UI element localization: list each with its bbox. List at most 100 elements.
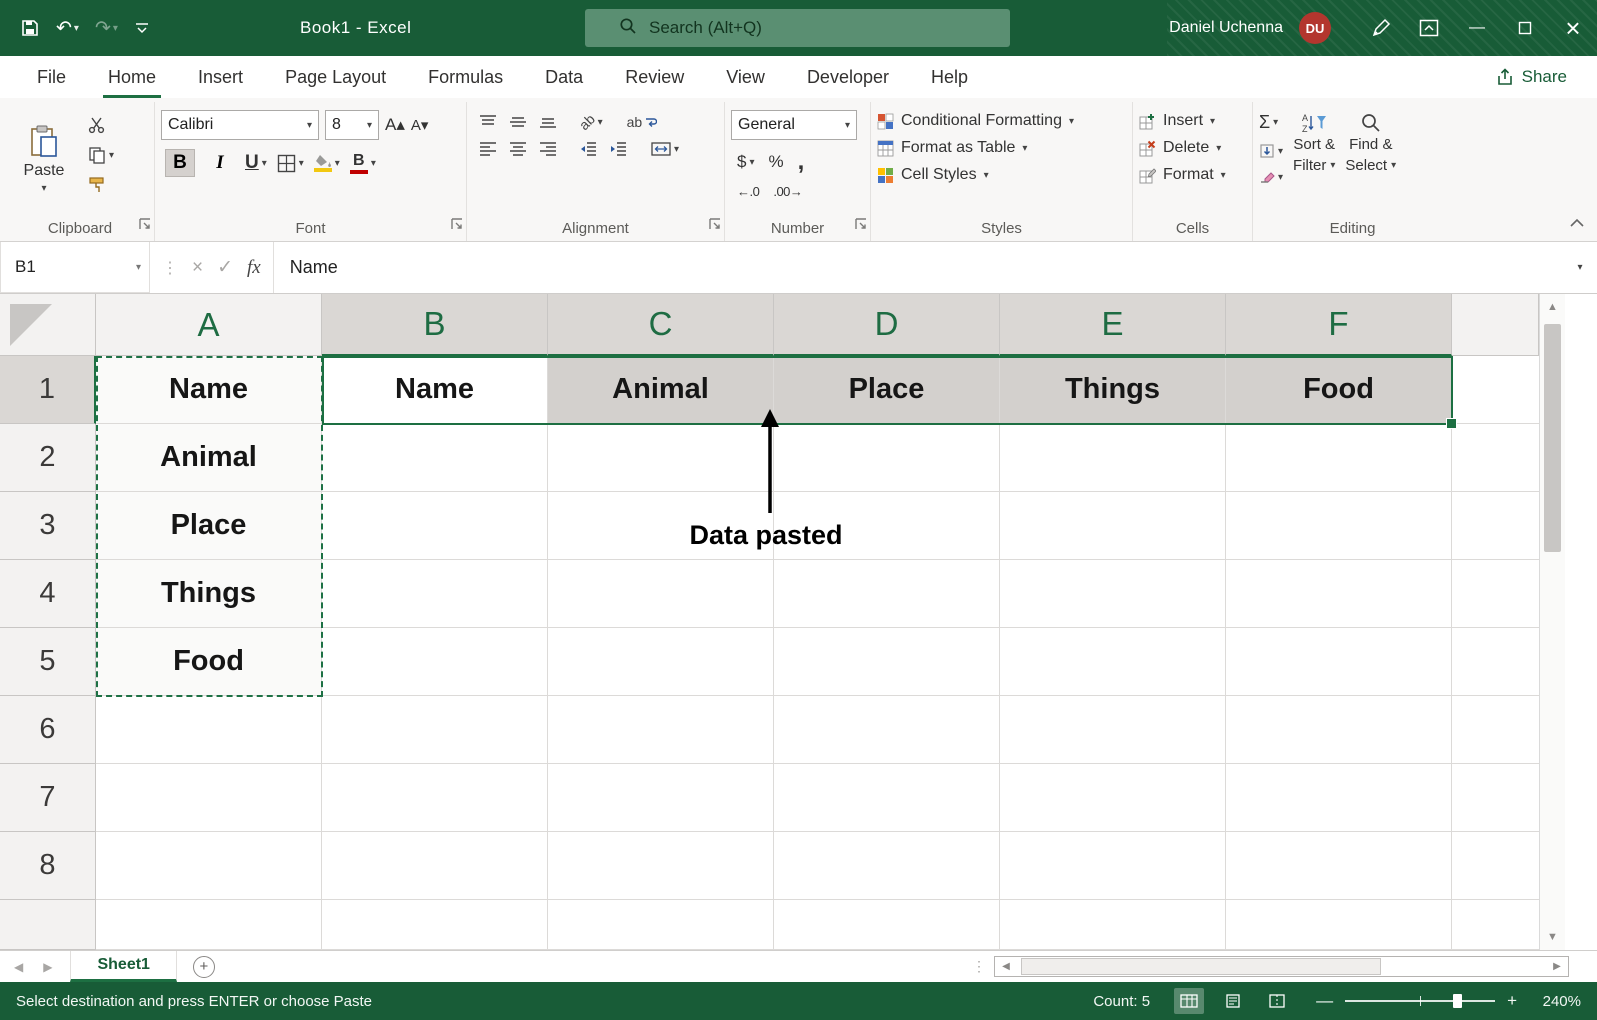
column-header-D[interactable]: D bbox=[774, 294, 1000, 356]
row-header-5[interactable]: 5 bbox=[0, 628, 96, 696]
tab-view[interactable]: View bbox=[705, 56, 786, 98]
cell-D2[interactable] bbox=[774, 424, 1000, 492]
percent-style-button[interactable]: % bbox=[769, 152, 784, 172]
cell-E1[interactable]: Things bbox=[1000, 356, 1226, 424]
number-format-combo[interactable]: General ▾ bbox=[731, 110, 857, 140]
font-dialog-launcher-icon[interactable] bbox=[451, 217, 463, 235]
previous-sheet-icon[interactable]: ◀ bbox=[14, 960, 23, 974]
customize-quick-access-button[interactable] bbox=[134, 21, 150, 35]
font-size-combo[interactable]: 8 ▾ bbox=[325, 110, 379, 140]
cell-D4[interactable] bbox=[774, 560, 1000, 628]
cell-F5[interactable] bbox=[1226, 628, 1452, 696]
fill-color-button[interactable]: ▾ bbox=[313, 154, 340, 172]
cell-B1[interactable]: Name bbox=[322, 356, 548, 424]
alignment-dialog-launcher-icon[interactable] bbox=[709, 217, 721, 235]
zoom-out-button[interactable]: — bbox=[1316, 991, 1333, 1011]
cell-B2[interactable] bbox=[322, 424, 548, 492]
format-painter-button[interactable] bbox=[88, 176, 114, 194]
cell-G1[interactable] bbox=[1452, 356, 1539, 424]
underline-button[interactable]: U ▾ bbox=[245, 152, 267, 174]
next-sheet-icon[interactable]: ▶ bbox=[43, 960, 52, 974]
number-dialog-launcher-icon[interactable] bbox=[855, 217, 867, 235]
cell-C2[interactable] bbox=[548, 424, 774, 492]
column-header-F[interactable]: F bbox=[1226, 294, 1452, 356]
zoom-slider-handle[interactable] bbox=[1453, 994, 1463, 1008]
cell-F2[interactable] bbox=[1226, 424, 1452, 492]
cell-A7[interactable] bbox=[96, 764, 322, 832]
cell-D6[interactable] bbox=[774, 696, 1000, 764]
format-cells-button[interactable]: Format ▾ bbox=[1139, 166, 1226, 184]
cell-G4[interactable] bbox=[1452, 560, 1539, 628]
cell-C9[interactable] bbox=[548, 900, 774, 950]
row-header-3[interactable]: 3 bbox=[0, 492, 96, 560]
tab-help[interactable]: Help bbox=[910, 56, 989, 98]
cell-G9[interactable] bbox=[1452, 900, 1539, 950]
cell-E7[interactable] bbox=[1000, 764, 1226, 832]
align-center-button[interactable] bbox=[509, 142, 527, 156]
increase-decimal-button[interactable]: ←.0 bbox=[737, 184, 760, 199]
row-header-1[interactable]: 1 bbox=[0, 356, 96, 424]
cell-A5[interactable]: Food bbox=[96, 628, 322, 696]
cell-E6[interactable] bbox=[1000, 696, 1226, 764]
orientation-button[interactable]: ab ▾ bbox=[576, 111, 603, 133]
cell-D8[interactable] bbox=[774, 832, 1000, 900]
align-top-button[interactable] bbox=[479, 115, 497, 129]
cell-G5[interactable] bbox=[1452, 628, 1539, 696]
cell-E3[interactable] bbox=[1000, 492, 1226, 560]
cell-G7[interactable] bbox=[1452, 764, 1539, 832]
cell-B7[interactable] bbox=[322, 764, 548, 832]
column-header-A[interactable]: A bbox=[96, 294, 322, 356]
cell-styles-button[interactable]: Cell Styles ▾ bbox=[877, 166, 1074, 184]
name-box[interactable]: B1 ▾ bbox=[0, 242, 150, 293]
normal-view-button[interactable] bbox=[1174, 988, 1205, 1014]
cell-G8[interactable] bbox=[1452, 832, 1539, 900]
column-header-B[interactable]: B bbox=[322, 294, 548, 356]
formula-input[interactable]: Name bbox=[274, 242, 1563, 293]
conditional-formatting-button[interactable]: Conditional Formatting ▾ bbox=[877, 112, 1074, 130]
horizontal-scrollbar-thumb[interactable] bbox=[1021, 958, 1381, 975]
cell-B5[interactable] bbox=[322, 628, 548, 696]
horizontal-scrollbar-track[interactable] bbox=[1017, 957, 1546, 976]
align-left-button[interactable] bbox=[479, 142, 497, 156]
cell-F4[interactable] bbox=[1226, 560, 1452, 628]
tab-scrollbar-splitter[interactable]: ⋮ bbox=[972, 951, 994, 982]
cell-B3[interactable] bbox=[322, 492, 548, 560]
merge-center-button[interactable]: ▾ bbox=[651, 142, 679, 156]
zoom-level[interactable]: 240% bbox=[1529, 993, 1581, 1010]
cell-D7[interactable] bbox=[774, 764, 1000, 832]
tab-formulas[interactable]: Formulas bbox=[407, 56, 524, 98]
clipboard-dialog-launcher-icon[interactable] bbox=[139, 217, 151, 235]
cell-E4[interactable] bbox=[1000, 560, 1226, 628]
select-all-corner[interactable] bbox=[0, 294, 96, 356]
share-button[interactable]: Share bbox=[1496, 56, 1567, 98]
tab-home[interactable]: Home bbox=[87, 56, 177, 98]
row-header-4[interactable]: 4 bbox=[0, 560, 96, 628]
font-name-combo[interactable]: Calibri ▾ bbox=[161, 110, 319, 140]
new-sheet-button[interactable]: + bbox=[192, 955, 215, 978]
find-select-button[interactable]: Find & Select ▾ bbox=[1345, 104, 1396, 215]
cell-C8[interactable] bbox=[548, 832, 774, 900]
cell-F7[interactable] bbox=[1226, 764, 1452, 832]
cell-A2[interactable]: Animal bbox=[96, 424, 322, 492]
tab-insert[interactable]: Insert bbox=[177, 56, 264, 98]
cell-B8[interactable] bbox=[322, 832, 548, 900]
wrap-text-button[interactable]: ab bbox=[627, 114, 658, 130]
clear-button[interactable]: ▾ bbox=[1259, 169, 1283, 185]
collapse-ribbon-button[interactable] bbox=[1569, 215, 1585, 233]
column-header-C[interactable]: C bbox=[548, 294, 774, 356]
cell-D9[interactable] bbox=[774, 900, 1000, 950]
cell-A4[interactable]: Things bbox=[96, 560, 322, 628]
save-icon[interactable] bbox=[20, 18, 40, 38]
cell-B9[interactable] bbox=[322, 900, 548, 950]
font-color-button[interactable]: B ▾ bbox=[349, 152, 376, 174]
cut-button[interactable] bbox=[88, 116, 114, 134]
cell-F8[interactable] bbox=[1226, 832, 1452, 900]
cell-D5[interactable] bbox=[774, 628, 1000, 696]
cell-G3[interactable] bbox=[1452, 492, 1539, 560]
ribbon-display-options-button[interactable] bbox=[1405, 0, 1453, 56]
decrease-indent-button[interactable] bbox=[579, 142, 597, 156]
maximize-button[interactable] bbox=[1501, 0, 1549, 56]
avatar[interactable]: DU bbox=[1299, 12, 1331, 44]
zoom-in-button[interactable]: + bbox=[1507, 991, 1517, 1011]
cell-D1[interactable]: Place bbox=[774, 356, 1000, 424]
